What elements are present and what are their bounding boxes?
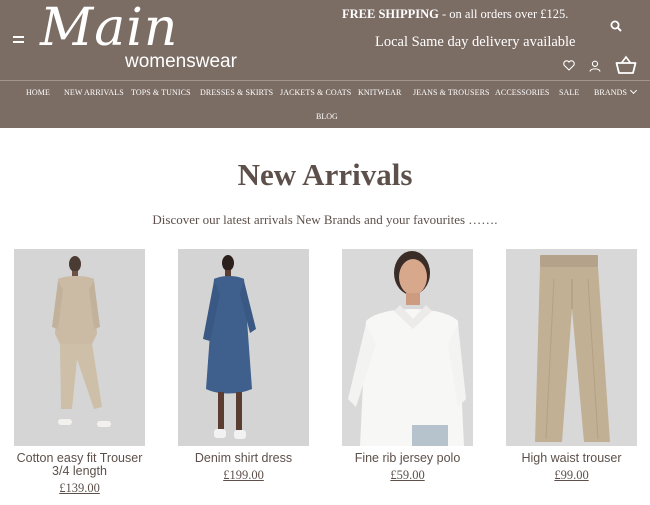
heart-icon[interactable] — [563, 60, 575, 71]
search-icon[interactable] — [610, 20, 622, 32]
product-price: £99.00 — [554, 468, 589, 482]
menu-icon[interactable] — [13, 36, 24, 44]
product-figure — [506, 249, 637, 446]
product-figure — [342, 249, 473, 446]
product-card[interactable]: High waist trouser £99.00 — [506, 249, 637, 483]
brand-tagline: womenswear — [125, 51, 237, 72]
product-price: £139.00 — [59, 481, 100, 495]
shipping-bold: FREE SHIPPING — [342, 7, 439, 21]
nav-dresses-skirts[interactable]: DRESSES & SKIRTS — [200, 88, 273, 97]
nav-jackets-coats[interactable]: JACKETS & COATS — [280, 88, 351, 97]
chevron-down-icon — [630, 86, 638, 95]
shipping-notice: FREE SHIPPING - on all orders over £125. — [342, 7, 568, 22]
product-image[interactable] — [342, 249, 473, 446]
nav-sale[interactable]: SALE — [559, 88, 579, 97]
nav-knitwear[interactable]: KNITWEAR — [358, 88, 401, 97]
basket-icon[interactable] — [615, 55, 637, 75]
product-card[interactable]: Cotton easy fit Trouser 3/4 length £139.… — [14, 249, 145, 496]
nav-brands-label: BRANDS — [594, 88, 628, 97]
nav-brands[interactable]: BRANDS — [594, 86, 638, 97]
nav-new-arrivals[interactable]: NEW ARRIVALS — [64, 88, 124, 97]
page-title: New Arrivals — [237, 157, 413, 192]
nav-accessories[interactable]: ACCESSORIES — [495, 88, 549, 97]
product-card[interactable]: Denim shirt dress £199.00 — [178, 249, 309, 483]
nav-divider — [0, 80, 650, 81]
product-image[interactable] — [178, 249, 309, 446]
page-intro: Discover our latest arrivals New Brands … — [152, 212, 498, 227]
product-figure — [178, 249, 309, 446]
product-card[interactable]: Fine rib jersey polo £59.00 — [342, 249, 473, 483]
site-header: Main womenswear FREE SHIPPING - on all o… — [0, 0, 650, 128]
nav-blog[interactable]: BLOG — [316, 112, 338, 121]
product-name[interactable]: Fine rib jersey polo — [342, 452, 473, 465]
product-image[interactable] — [14, 249, 145, 446]
nav-home[interactable]: HOME — [26, 88, 50, 97]
user-icon[interactable] — [589, 60, 601, 72]
nav-jeans-trousers[interactable]: JEANS & TROUSERS — [413, 88, 490, 97]
product-price: £59.00 — [390, 468, 425, 482]
product-image[interactable] — [506, 249, 637, 446]
product-name[interactable]: High waist trouser — [506, 452, 637, 465]
product-figure — [14, 249, 145, 446]
shipping-rest: - on all orders over £125. — [438, 7, 569, 21]
nav-tops-tunics[interactable]: TOPS & TUNICS — [131, 88, 191, 97]
main-nav: HOME NEW ARRIVALS TOPS & TUNICS DRESSES … — [0, 86, 650, 102]
product-name[interactable]: Cotton easy fit Trouser 3/4 length — [14, 452, 145, 478]
product-price: £199.00 — [223, 468, 264, 482]
delivery-notice: Local Same day delivery available — [375, 34, 576, 50]
product-name[interactable]: Denim shirt dress — [178, 452, 309, 465]
brand-logo[interactable]: Main — [40, 0, 178, 58]
